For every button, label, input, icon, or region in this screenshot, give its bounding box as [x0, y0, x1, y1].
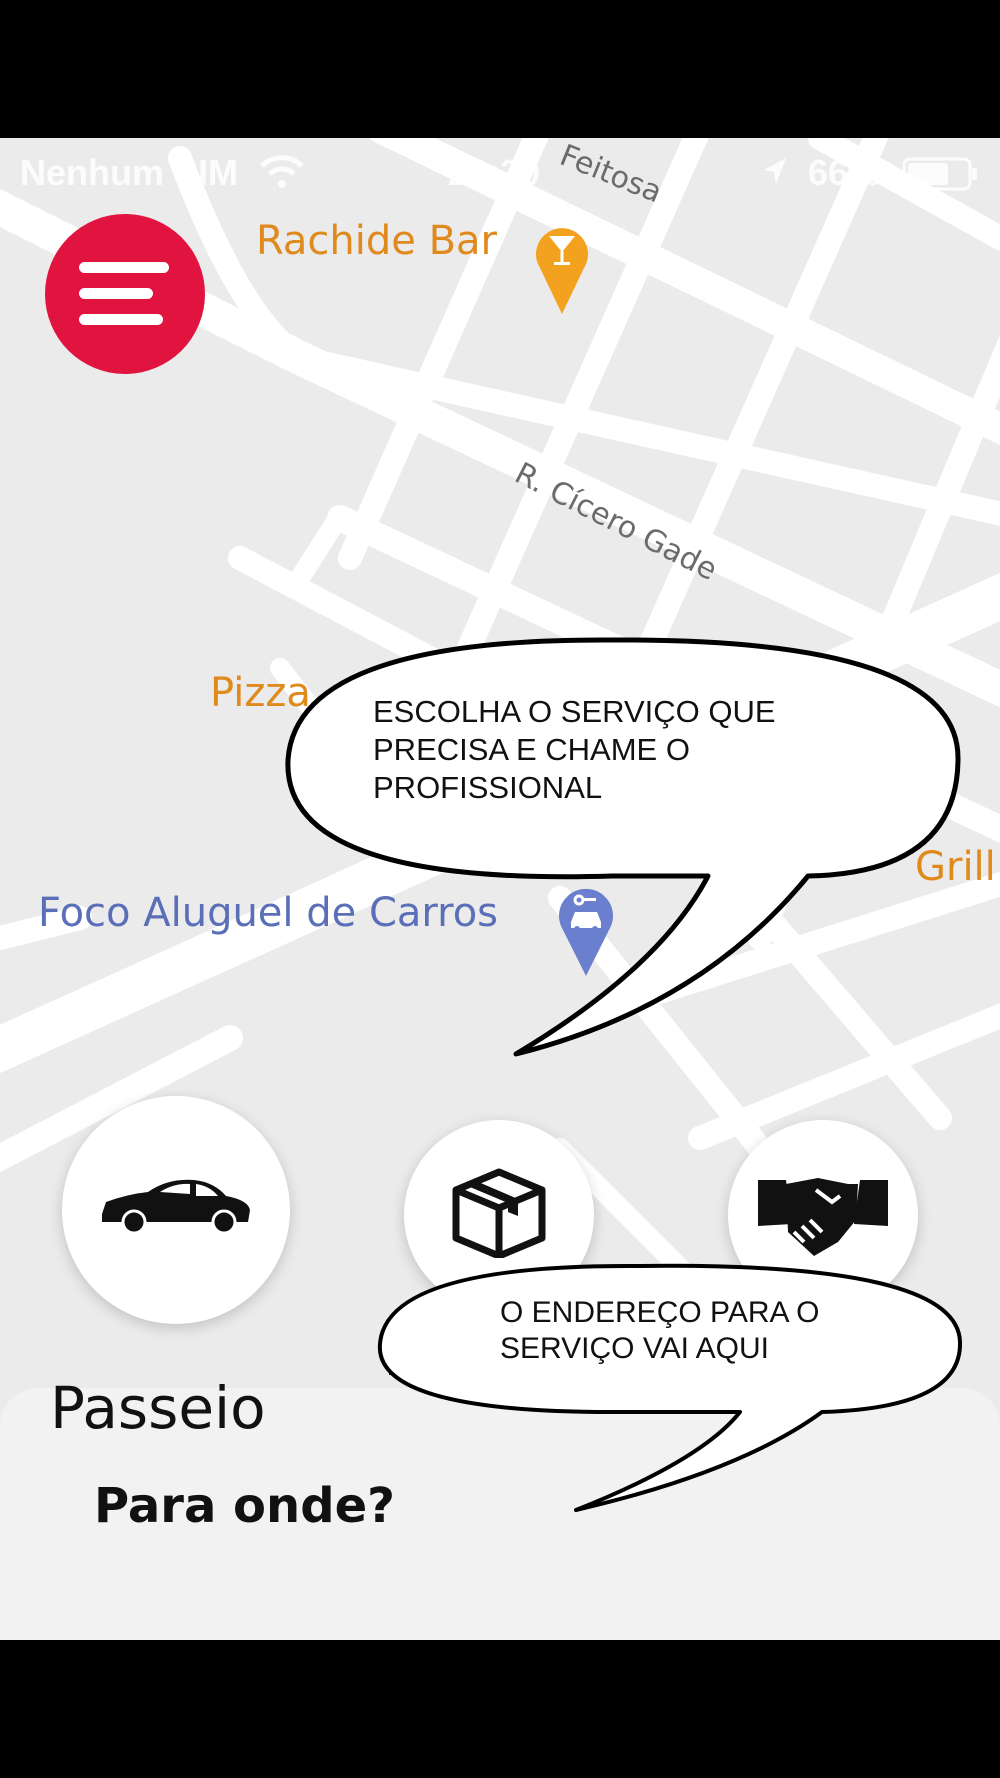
poi-rachide-bar-label[interactable]: Rachide Bar [256, 218, 497, 264]
address-tip-line-1: O ENDEREÇO PARA O [500, 1296, 820, 1329]
service-tip-line-3: PROFISSIONAL [373, 770, 603, 805]
battery-icon [902, 157, 977, 191]
cocktail-pin-icon[interactable] [532, 218, 592, 318]
poi-grill-label[interactable]: Grill [915, 844, 996, 890]
menu-button[interactable] [45, 214, 205, 374]
menu-icon [45, 214, 205, 374]
app-screen: Feitosa R. Cícero Gade Rachide Bar Pizza… [0, 138, 1000, 1640]
location-arrow-icon [764, 158, 786, 184]
service-delivery-label: En [384, 1328, 450, 1388]
poi-pizza-label[interactable]: Pizza [210, 670, 311, 716]
service-tip-line-1: ESCOLHA O SERVIÇO QUE [373, 694, 776, 729]
battery-percent: 66% [808, 152, 881, 193]
poi-car-rental-label[interactable]: Foco Aluguel de Carros [38, 890, 498, 936]
clock: 22:20 [448, 152, 541, 193]
service-ride-label: Passeio [50, 1374, 266, 1442]
wifi-icon [260, 155, 304, 188]
carrier-label: Nenhum SIM [20, 152, 239, 193]
address-tip-line-2: SERVIÇO VAI AQUI [500, 1332, 769, 1365]
car-rental-pin-icon[interactable] [555, 880, 617, 980]
handshake-icon [758, 1178, 888, 1256]
service-professional-button[interactable] [728, 1120, 918, 1310]
service-delivery-button[interactable] [404, 1120, 594, 1310]
destination-input[interactable]: Para onde? [94, 1478, 395, 1534]
service-ride-button[interactable] [62, 1096, 290, 1324]
service-tip-line-2: PRECISA E CHAME O [373, 732, 690, 767]
package-icon [452, 1168, 546, 1258]
car-icon [102, 1179, 250, 1234]
service-professional-label: ços [845, 1328, 933, 1388]
